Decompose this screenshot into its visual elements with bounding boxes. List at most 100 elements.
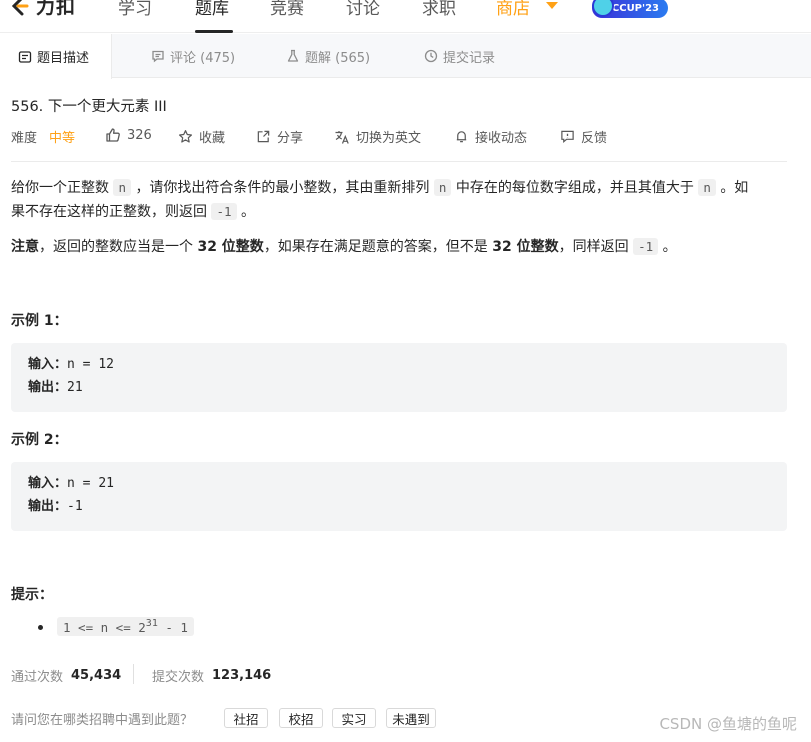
- leetcode-logo-icon: [8, 0, 30, 17]
- comment-icon: [152, 50, 164, 63]
- tab-solutions[interactable]: 题解 (565): [286, 34, 370, 78]
- feedback-icon: [561, 130, 574, 143]
- input-label: 输入：: [28, 357, 68, 372]
- tab-submissions[interactable]: 提交记录: [424, 34, 495, 78]
- example-2-block: 输入：n = 21 输出：-1: [11, 462, 787, 531]
- bullet-icon: [38, 625, 43, 630]
- caret-down-icon[interactable]: [546, 2, 558, 9]
- nav-learn[interactable]: 学习: [118, 0, 152, 19]
- tab-description[interactable]: 题目描述: [0, 34, 113, 79]
- nav-problems[interactable]: 题库: [195, 0, 229, 19]
- subscribe-label: 接收动态: [475, 131, 528, 146]
- logo-text: 力扣: [36, 0, 77, 18]
- text: 果不存在这样的正整数，则返回: [11, 204, 207, 220]
- text: 中存在的每位数字组成，并且其值大于: [455, 180, 694, 196]
- difficulty: 难度 中等: [11, 127, 75, 146]
- lccup-badge[interactable]: LCCUP'23: [592, 0, 668, 18]
- thumbs-up-icon: [106, 128, 120, 142]
- nav-discuss[interactable]: 讨论: [346, 0, 380, 19]
- survey-intern-button[interactable]: 实习: [332, 708, 376, 728]
- tab-comments-label: 评论 (475): [170, 50, 236, 66]
- problem-title: 556. 下一个更大元素 III: [11, 99, 167, 115]
- inline-code: n: [433, 179, 452, 196]
- difficulty-value: 中等: [49, 131, 76, 146]
- text: 。: [662, 239, 677, 255]
- like-button[interactable]: 326: [105, 127, 152, 143]
- share-button[interactable]: 分享: [256, 127, 303, 146]
- csdn-watermark: CSDN @鱼塘的鱼呢: [659, 715, 797, 733]
- survey-social-button[interactable]: 社招: [224, 708, 268, 728]
- accepted-stat: 通过次数 45,434: [11, 666, 121, 685]
- example-1-block: 输入：n = 12 输出：21: [11, 343, 787, 412]
- text-bold: 32 位整数: [492, 239, 559, 255]
- example-1-heading: 示例 1：: [11, 313, 68, 329]
- favorite-button[interactable]: 收藏: [178, 127, 225, 146]
- text: 给你一个正整数: [11, 180, 109, 196]
- output-value: -1: [67, 499, 83, 514]
- input-value: n = 12: [67, 357, 114, 372]
- text: ，如果存在满足题意的答案，但不是: [263, 239, 488, 255]
- description-paragraph-1: 给你一个正整数 n ，请你找出符合条件的最小整数，其由重新排列 n 中存在的每位…: [11, 176, 789, 224]
- accepted-label: 通过次数: [11, 670, 64, 685]
- output-value: 21: [67, 380, 83, 395]
- constraint-text: 1 <= n <= 2: [63, 620, 146, 635]
- text: 。: [240, 204, 255, 220]
- inline-code: -1: [211, 203, 237, 220]
- inline-code: n: [698, 179, 716, 196]
- company-question: 请问您在哪类招聘中遇到此题？: [11, 713, 194, 728]
- submitted-count: 123,146: [212, 668, 272, 683]
- subscribe-button[interactable]: 接收动态: [454, 127, 527, 146]
- description-paragraph-2: 注意，返回的整数应当是一个 32 位整数，如果存在满足题意的答案，但不是 32 …: [11, 235, 789, 259]
- problem-meta-bar: 难度 中等 326 收藏 分享 切换为英文 接收动态 反馈: [11, 127, 789, 147]
- translate-button[interactable]: 切换为英文: [334, 127, 421, 146]
- text-bold: 32 位整数: [197, 239, 264, 255]
- accepted-count: 45,434: [71, 668, 122, 683]
- favorite-label: 收藏: [199, 131, 226, 146]
- text: ，同样返回: [558, 239, 629, 255]
- tab-comments[interactable]: 评论 (475): [151, 34, 235, 78]
- feedback-button[interactable]: 反馈: [560, 127, 607, 146]
- survey-campus-button[interactable]: 校招: [279, 708, 323, 728]
- hints-heading: 提示：: [11, 587, 53, 603]
- share-label: 分享: [277, 131, 304, 146]
- nav-contest[interactable]: 竞赛: [270, 0, 304, 19]
- text: ，请你找出符合条件的最小整数，其由重新排列: [135, 180, 430, 196]
- clock-icon: [424, 49, 438, 63]
- nav-jobs[interactable]: 求职: [422, 0, 456, 19]
- problem-tabs: 题目描述 评论 (475) 题解 (565) 提交记录: [0, 34, 811, 79]
- translate-icon: [335, 130, 349, 144]
- translate-label: 切换为英文: [356, 131, 422, 146]
- meta-divider: [11, 161, 787, 162]
- star-icon: [178, 130, 193, 143]
- text: 。如: [720, 180, 749, 196]
- text-bold: 注意: [11, 239, 39, 255]
- output-label: 输出：: [28, 499, 68, 514]
- lccup-logo-icon: [592, 0, 614, 17]
- flask-icon: [287, 49, 299, 62]
- inline-code: n: [113, 179, 131, 196]
- input-value: n = 21: [67, 476, 114, 491]
- survey-never-button[interactable]: 未遇到: [386, 708, 436, 728]
- nav-active-indicator: [195, 30, 233, 33]
- hint-constraint: 1 <= n <= 231 - 1: [57, 617, 194, 636]
- tab-submissions-label: 提交记录: [443, 50, 496, 66]
- inline-code: -1: [633, 238, 659, 255]
- tab-solutions-label: 题解 (565): [305, 50, 371, 66]
- bell-icon: [456, 131, 467, 143]
- stat-divider: [133, 664, 134, 684]
- text: ，返回的整数应当是一个: [39, 239, 193, 255]
- logo[interactable]: 力扣: [8, 0, 76, 19]
- share-icon: [257, 130, 270, 143]
- tab-description-label: 题目描述: [37, 51, 90, 66]
- nav-store[interactable]: 商店: [496, 0, 530, 19]
- output-label: 输出：: [28, 380, 68, 395]
- description-icon: [18, 50, 32, 63]
- like-count: 326: [127, 127, 152, 143]
- top-nav: 力扣 学习 题库 竞赛 讨论 求职 商店 LCCUP'23: [0, 0, 811, 33]
- difficulty-label: 难度: [11, 131, 38, 146]
- input-label: 输入：: [28, 476, 68, 491]
- constraint-exponent: 31: [145, 618, 158, 629]
- submitted-stat: 提交次数 123,146: [152, 666, 271, 685]
- feedback-label: 反馈: [581, 131, 608, 146]
- example-2-heading: 示例 2：: [11, 432, 68, 448]
